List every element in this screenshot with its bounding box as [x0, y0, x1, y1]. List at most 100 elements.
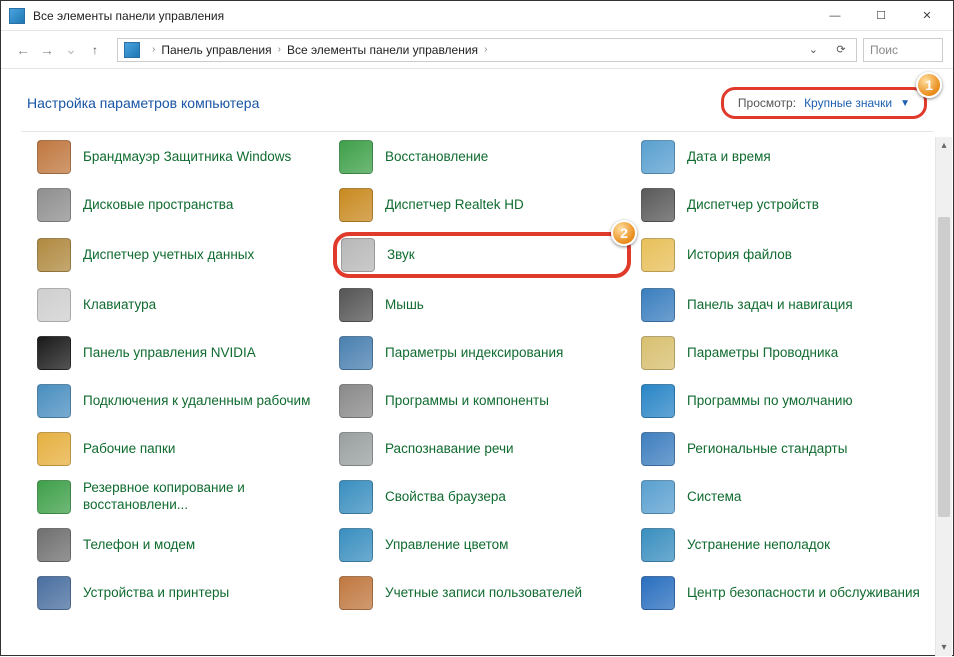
control-panel-item[interactable]: Управление цветом [333, 524, 631, 566]
control-panel-item[interactable]: Панель задач и навигация [635, 284, 933, 326]
history-dropdown[interactable]: ⌄ [59, 41, 83, 58]
item-icon [641, 288, 675, 322]
item-label: Свойства браузера [385, 489, 506, 506]
item-icon [339, 384, 373, 418]
item-label: Параметры Проводника [687, 345, 838, 362]
item-icon [37, 480, 71, 514]
item-icon [641, 480, 675, 514]
control-panel-item[interactable]: Клавиатура [31, 284, 329, 326]
chevron-icon: › [484, 44, 487, 55]
item-label: Управление цветом [385, 537, 508, 554]
control-panel-item[interactable]: Диспетчер учетных данных [31, 232, 329, 278]
control-panel-item[interactable]: Устройства и принтеры [31, 572, 329, 614]
item-label: Параметры индексирования [385, 345, 563, 362]
item-icon [641, 432, 675, 466]
search-placeholder: Поис [870, 43, 898, 57]
control-panel-item[interactable]: Подключения к удаленным рабочим [31, 380, 329, 422]
item-icon [339, 336, 373, 370]
control-panel-item[interactable]: Программы и компоненты [333, 380, 631, 422]
control-panel-item[interactable]: Восстановление [333, 136, 631, 178]
item-label: Панель задач и навигация [687, 297, 853, 314]
minimize-button[interactable]: — [821, 6, 849, 26]
address-bar[interactable]: › Панель управления › Все элементы панел… [117, 38, 857, 62]
toolbar: ← → ⌄ ↑ › Панель управления › Все элемен… [1, 31, 953, 69]
control-panel-item[interactable]: История файлов [635, 232, 933, 278]
item-label: Центр безопасности и обслуживания [687, 585, 920, 602]
control-panel-item[interactable]: Региональные стандарты [635, 428, 933, 470]
item-label: Программы и компоненты [385, 393, 549, 410]
scroll-up-button[interactable]: ▴ [936, 137, 952, 154]
address-dropdown[interactable]: ⌄ [809, 43, 818, 56]
breadcrumb-1[interactable]: Панель управления [161, 43, 271, 57]
header-row: Настройка параметров компьютера Просмотр… [1, 69, 953, 129]
control-panel-item[interactable]: Параметры индексирования [333, 332, 631, 374]
item-label: Телефон и модем [83, 537, 195, 554]
item-icon [641, 140, 675, 174]
control-panel-item[interactable]: Мышь [333, 284, 631, 326]
item-icon [37, 528, 71, 562]
item-icon [37, 576, 71, 610]
view-selector[interactable]: Просмотр: Крупные значки ▼ 1 [721, 87, 927, 119]
titlebar: Все элементы панели управления — ☐ ✕ [1, 1, 953, 31]
item-icon [641, 528, 675, 562]
window-controls: — ☐ ✕ [821, 6, 945, 26]
scroll-down-button[interactable]: ▾ [936, 639, 952, 656]
item-icon [37, 238, 71, 272]
control-panel-item[interactable]: Учетные записи пользователей [333, 572, 631, 614]
item-icon [37, 432, 71, 466]
item-icon [339, 480, 373, 514]
control-panel-item[interactable]: Диспетчер устройств [635, 184, 933, 226]
item-label: Панель управления NVIDIA [83, 345, 256, 362]
control-panel-item[interactable]: Дата и время [635, 136, 933, 178]
forward-button[interactable]: → [35, 42, 59, 58]
control-panel-item[interactable]: Программы по умолчанию [635, 380, 933, 422]
item-label: Дата и время [687, 149, 771, 166]
refresh-button[interactable]: ⟳ [832, 43, 850, 56]
control-panel-item[interactable]: Рабочие папки [31, 428, 329, 470]
item-icon [339, 528, 373, 562]
maximize-button[interactable]: ☐ [867, 6, 895, 26]
page-heading: Настройка параметров компьютера [27, 95, 259, 111]
control-panel-item[interactable]: Параметры Проводника [635, 332, 933, 374]
control-panel-item[interactable]: Система [635, 476, 933, 518]
item-icon [641, 188, 675, 222]
search-input[interactable]: Поис [863, 38, 943, 62]
item-icon [37, 140, 71, 174]
item-label: Брандмауэр Защитника Windows [83, 149, 291, 166]
scroll-thumb[interactable] [938, 217, 950, 517]
chevron-icon: › [278, 44, 281, 55]
item-label: Учетные записи пользователей [385, 585, 582, 602]
scrollbar[interactable]: ▴ ▾ [935, 137, 952, 656]
item-label: Программы по умолчанию [687, 393, 853, 410]
content-area: Настройка параметров компьютера Просмотр… [1, 69, 953, 657]
control-panel-item[interactable]: Распознавание речи [333, 428, 631, 470]
control-panel-item[interactable]: Телефон и модем [31, 524, 329, 566]
item-label: Клавиатура [83, 297, 156, 314]
control-panel-item[interactable]: Диспетчер Realtek HD [333, 184, 631, 226]
close-button[interactable]: ✕ [913, 6, 941, 26]
item-icon [339, 288, 373, 322]
item-icon [641, 576, 675, 610]
control-panel-item[interactable]: Свойства браузера [333, 476, 631, 518]
item-label: Восстановление [385, 149, 488, 166]
up-button[interactable]: ↑ [83, 43, 107, 57]
control-panel-item[interactable]: Панель управления NVIDIA [31, 332, 329, 374]
breadcrumb-2[interactable]: Все элементы панели управления [287, 43, 478, 57]
view-label: Просмотр: [738, 96, 796, 110]
window-title: Все элементы панели управления [33, 9, 821, 23]
control-panel-item[interactable]: Брандмауэр Защитника Windows [31, 136, 329, 178]
item-label: Звук [387, 247, 415, 264]
control-panel-item[interactable]: Дисковые пространства [31, 184, 329, 226]
item-icon [641, 238, 675, 272]
item-icon [341, 238, 375, 272]
control-panel-item[interactable]: Устранение неполадок [635, 524, 933, 566]
control-panel-item[interactable]: Звук2 [333, 232, 631, 278]
control-panel-item[interactable]: Резервное копирование и восстановлени... [31, 476, 329, 518]
item-label: Рабочие папки [83, 441, 175, 458]
item-label: Распознавание речи [385, 441, 514, 458]
item-icon [37, 188, 71, 222]
back-button[interactable]: ← [11, 42, 35, 58]
location-icon [124, 42, 140, 58]
item-label: Система [687, 489, 741, 506]
control-panel-item[interactable]: Центр безопасности и обслуживания [635, 572, 933, 614]
